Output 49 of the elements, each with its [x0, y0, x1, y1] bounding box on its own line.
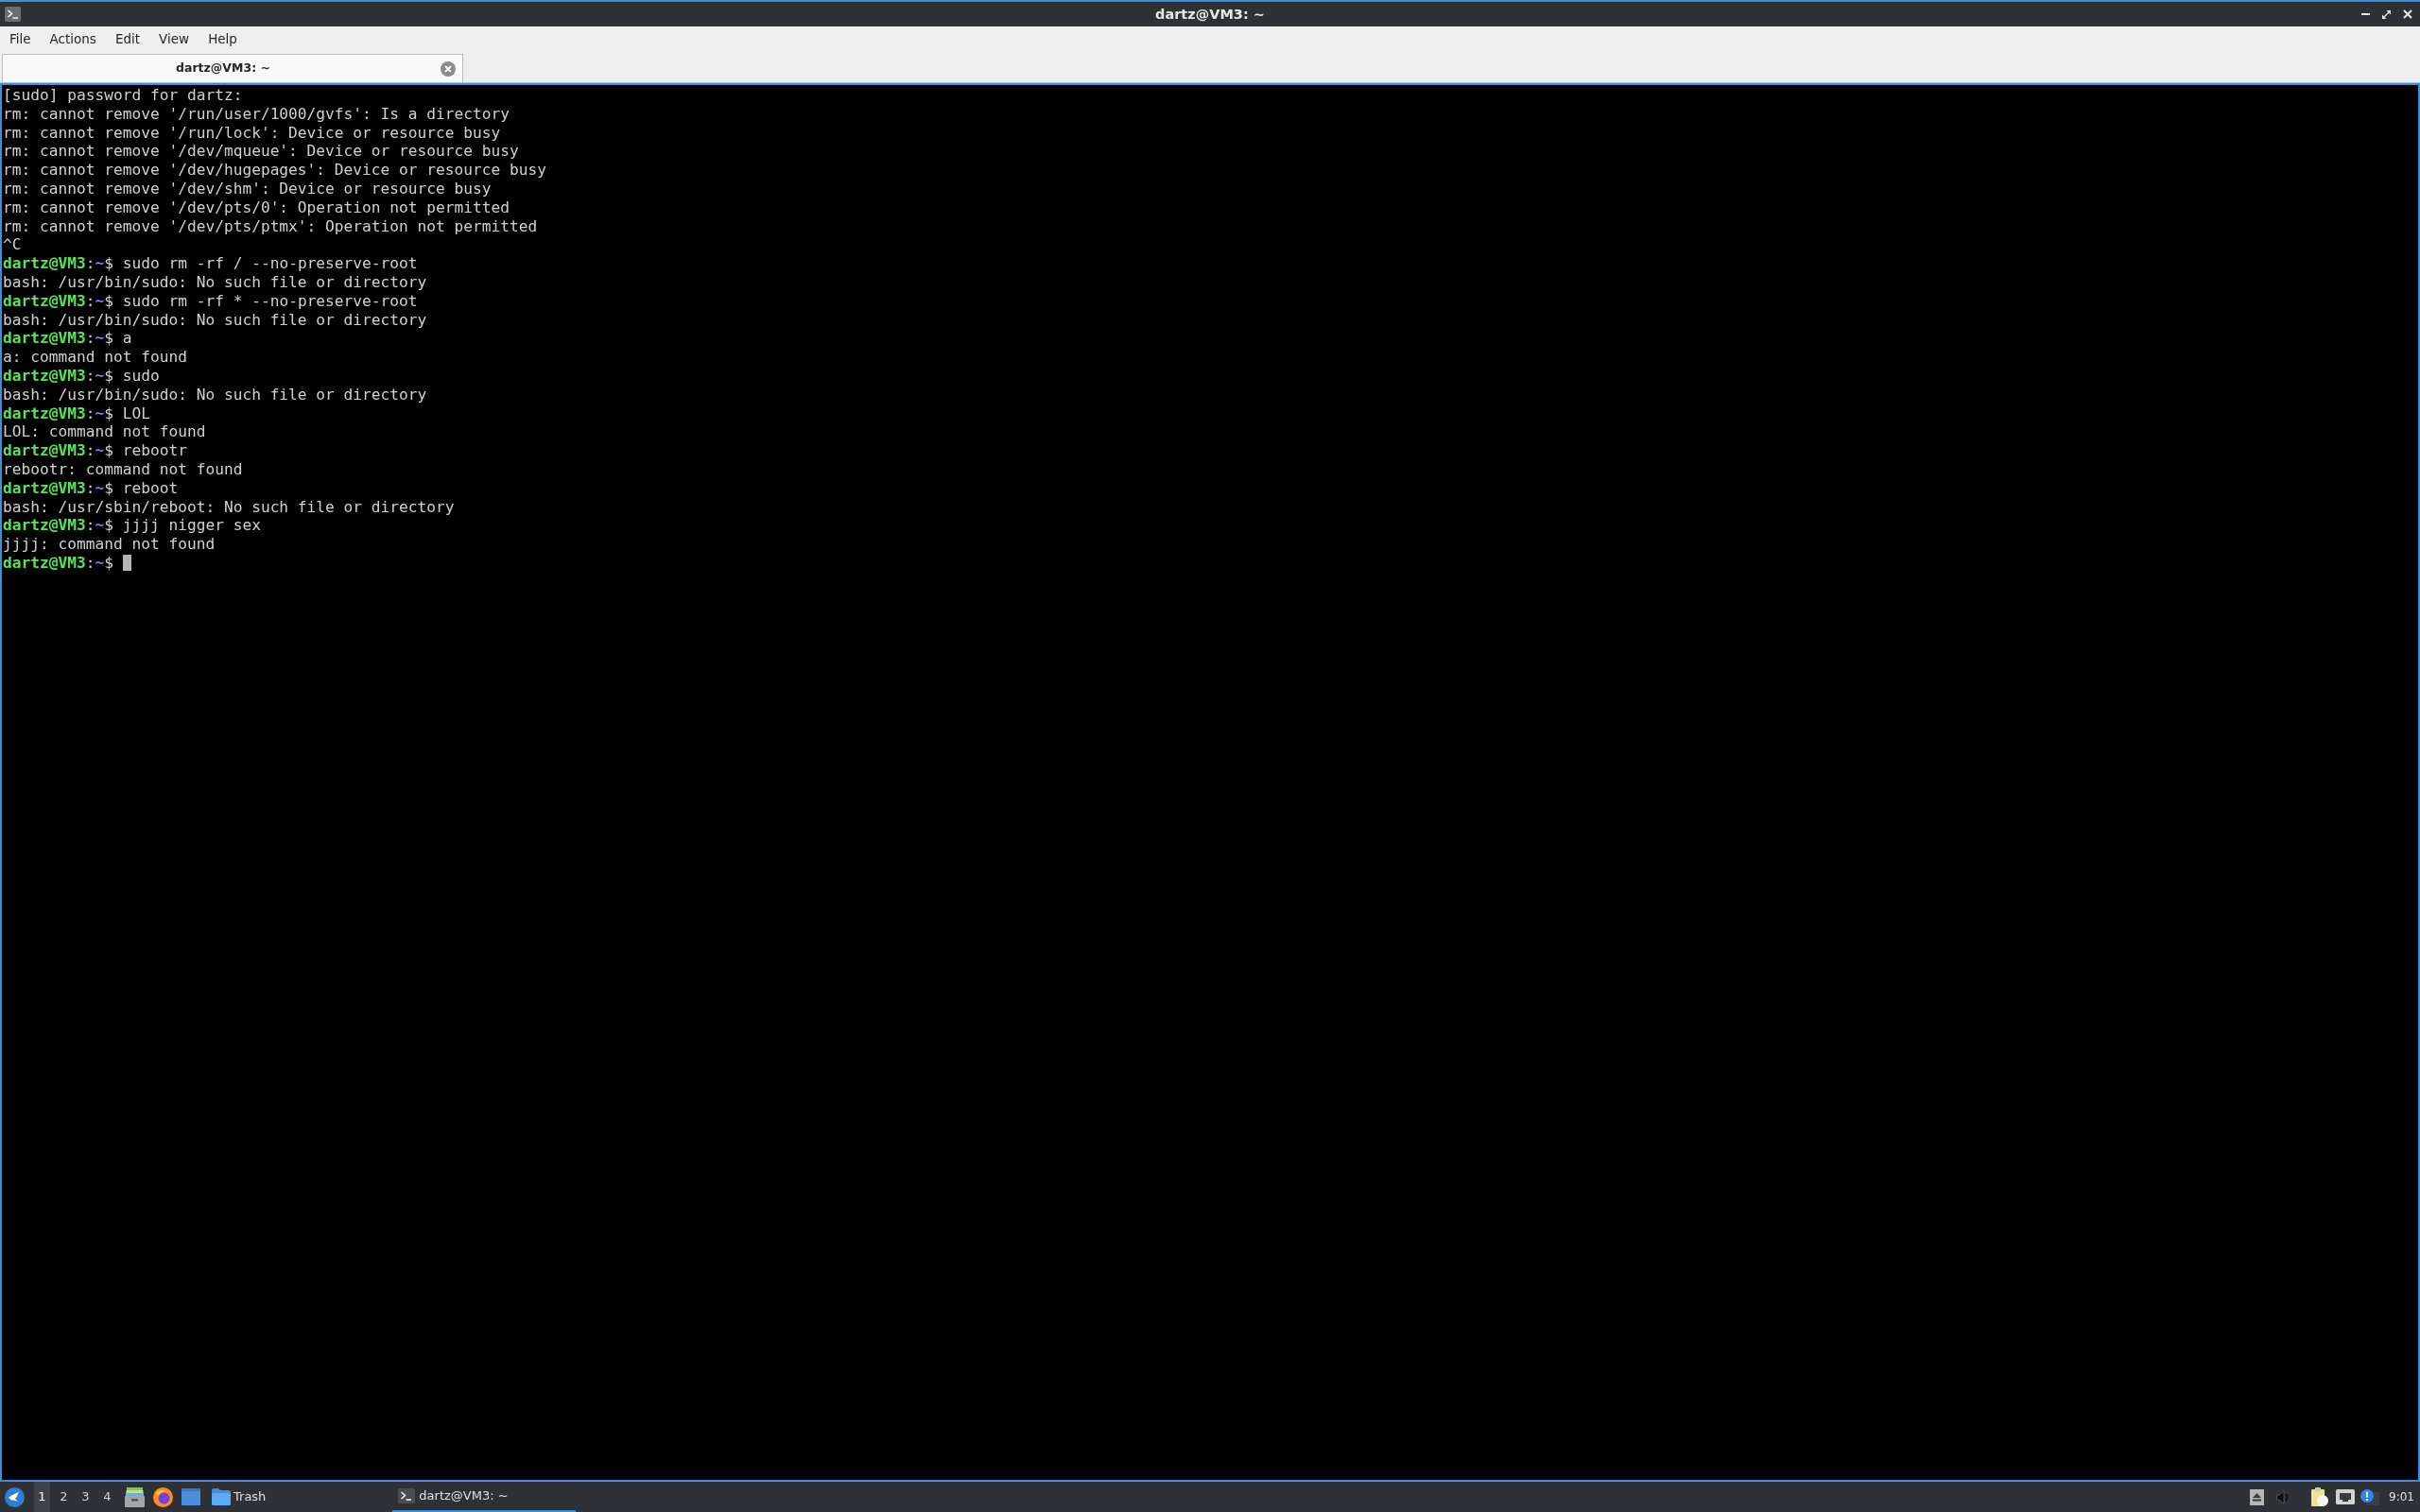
output-line: bash: /usr/bin/sudo: No such file or directory — [3, 272, 427, 292]
prompt-line: dartz@VM3:~$ — [3, 553, 113, 573]
alert-icon[interactable] — [2360, 1488, 2380, 1505]
menu-item[interactable]: Actions — [49, 33, 96, 46]
workspace-button[interactable]: 1 — [34, 1482, 50, 1512]
output-line: bash: /usr/bin/sudo: No such file or directory — [3, 310, 427, 330]
output-line: bash: /usr/sbin/reboot: No such file or directory — [3, 497, 455, 517]
folder-icon — [212, 1488, 231, 1505]
eject-icon[interactable] — [2250, 1488, 2265, 1505]
output-line: LOL: command not found — [3, 422, 206, 442]
prompt-line: dartz@VM3:~$ sudo — [3, 366, 160, 386]
file-cabinet-icon[interactable] — [125, 1486, 145, 1507]
output-line: rm: cannot remove '/dev/pts/ptmx': Operation not permitted — [3, 216, 538, 236]
terminal-tab[interactable]: dartz@VM3: ~ — [2, 54, 463, 82]
prompt-line: dartz@VM3:~$ jjjj nigger sex — [3, 516, 261, 536]
menu-item[interactable]: View — [159, 33, 190, 46]
output-line: rm: cannot remove '/dev/mqueue': Device or resource busy — [3, 142, 519, 162]
output-line: rm: cannot remove '/dev/pts/0': Operation not permitted — [3, 198, 510, 217]
output-line: rm: cannot remove '/dev/hugepages': Device or resource busy — [3, 161, 546, 180]
output-line: rm: cannot remove '/run/user/1000/gvfs': Is a directory — [3, 104, 510, 124]
terminal-icon — [5, 7, 21, 22]
close-icon[interactable] — [2403, 9, 2412, 19]
maximize-icon[interactable] — [2382, 9, 2391, 19]
network-icon[interactable] — [2336, 1489, 2356, 1504]
window-title: dartz@VM3: ~ — [1155, 7, 1265, 22]
web-browser-icon[interactable] — [153, 1486, 173, 1507]
prompt-line: dartz@VM3:~$ rebootr — [3, 441, 187, 460]
prompt-line: dartz@VM3:~$ a — [3, 329, 132, 349]
prompt-line: dartz@VM3:~$ LOL — [3, 404, 150, 423]
output-line: a: command not found — [3, 348, 187, 367]
prompt-line: dartz@VM3:~$ sudo rm -rf * --no-preserve-root — [3, 291, 418, 311]
menu-item[interactable]: File — [9, 33, 31, 46]
trash-launcher[interactable]: Trash — [212, 1487, 267, 1506]
menu-item[interactable]: Edit — [114, 33, 141, 46]
output-line: rm: cannot remove '/run/lock': Device or resource busy — [3, 123, 501, 143]
output-line: [sudo] password for dartz: — [3, 86, 243, 105]
prompt-line: dartz@VM3:~$ sudo rm -rf / --no-preserve-root — [3, 254, 418, 273]
prompt-line: dartz@VM3:~$ reboot — [3, 478, 179, 498]
clock[interactable]: 9:01 — [2389, 1488, 2414, 1505]
close-tab-icon[interactable] — [441, 61, 456, 77]
output-line: rm: cannot remove '/dev/shm': Device or resource busy — [3, 180, 492, 198]
menu-item[interactable]: Help — [208, 33, 237, 46]
start-menu-icon[interactable] — [5, 1486, 25, 1507]
output-line: rebootr: command not found — [3, 459, 243, 479]
output-line: bash: /usr/bin/sudo: No such file or directory — [3, 385, 427, 404]
output-line: jjjj: command not found — [3, 535, 216, 554]
output-line: ^C — [3, 235, 22, 255]
clipboard-icon[interactable] — [2311, 1487, 2329, 1506]
terminal-icon — [398, 1488, 416, 1503]
